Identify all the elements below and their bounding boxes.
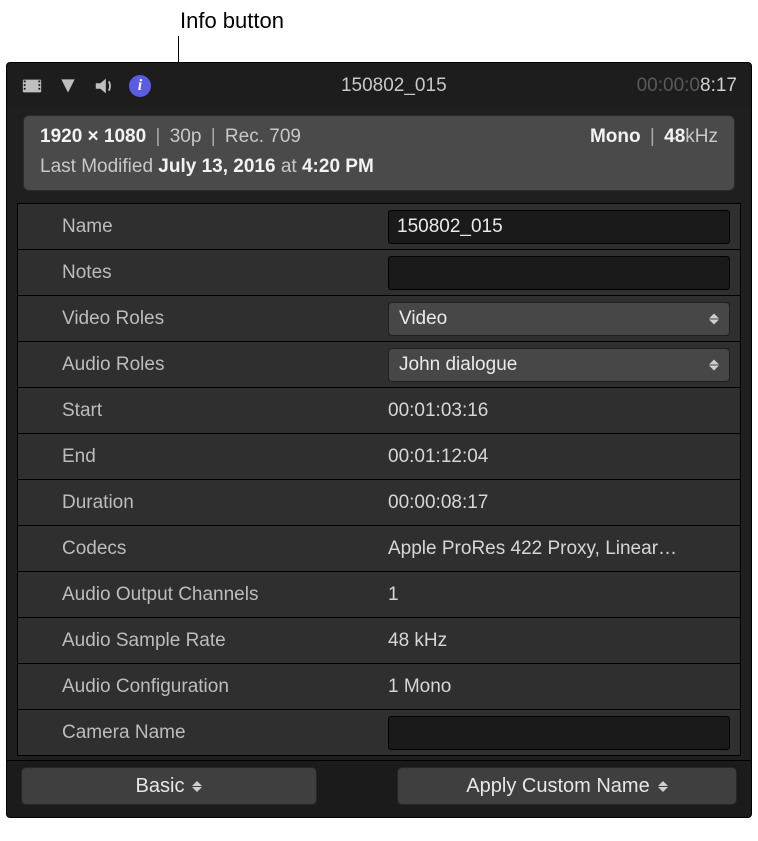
inspector-footer: Basic Apply Custom Name [7,760,751,817]
row-name: Name [18,204,740,250]
end-label: End [18,446,378,468]
audio-output-channels-value: 1 [388,584,399,606]
metadata-view-button[interactable]: Basic [21,767,317,805]
duration-label: Duration [18,492,378,514]
audio-sample-rate-value: 48 kHz [388,630,447,652]
row-camera-name: Camera Name [18,710,740,756]
chevron-updown-icon [658,781,668,792]
format-summary: 1920 × 1080 | 30p | Rec. 709 Mono | 48kH… [23,115,735,191]
name-label: Name [18,216,378,238]
row-audio-output-channels: Audio Output Channels 1 [18,572,740,618]
apply-custom-name-button[interactable]: Apply Custom Name [397,767,737,805]
audio-configuration-label: Audio Configuration [18,676,378,698]
row-end: End 00:01:12:04 [18,434,740,480]
row-duration: Duration 00:00:08:17 [18,480,740,526]
row-audio-sample-rate: Audio Sample Rate 48 kHz [18,618,740,664]
audio-roles-select[interactable]: John dialogue [388,348,730,382]
row-audio-configuration: Audio Configuration 1 Mono [18,664,740,710]
row-audio-roles: Audio Roles John dialogue [18,342,740,388]
row-notes: Notes [18,250,740,296]
video-roles-label: Video Roles [18,308,378,330]
chevron-updown-icon [709,359,719,370]
audio-sample-rate-label: Audio Sample Rate [18,630,378,652]
clip-title: 150802_015 [151,75,637,97]
camera-name-field[interactable] [388,716,730,750]
video-tab-icon[interactable] [21,75,43,97]
color-tab-icon[interactable] [57,75,79,97]
start-label: Start [18,400,378,422]
notes-label: Notes [18,262,378,284]
chevron-updown-icon [192,781,202,792]
last-modified-date: July 13, 2016 [158,156,275,177]
audio-configuration-value: 1 Mono [388,676,451,698]
audio-mode-value: Mono [590,126,641,147]
timecode-display: 00:00:08:17 [637,75,737,97]
camera-name-label: Camera Name [18,722,378,744]
properties-list: Name Notes Video Roles Video Audio Roles… [17,203,741,756]
chevron-updown-icon [709,313,719,324]
codecs-value: Apple ProRes 422 Proxy, Linear… [388,538,677,560]
row-start: Start 00:01:03:16 [18,388,740,434]
audio-output-channels-label: Audio Output Channels [18,584,378,606]
video-roles-select[interactable]: Video [388,302,730,336]
row-codecs: Codecs Apple ProRes 422 Proxy, Linear… [18,526,740,572]
frame-rate-value: 30p [170,126,202,147]
duration-value[interactable]: 00:00:08:17 [388,492,488,514]
sample-rate-value: 48 [664,126,685,147]
inspector-header: i 150802_015 00:00:08:17 [7,63,751,109]
start-value[interactable]: 00:01:03:16 [388,400,488,422]
inspector-panel: i 150802_015 00:00:08:17 1920 × 1080 | 3… [6,62,752,818]
resolution-value: 1920 × 1080 [40,126,146,147]
codecs-label: Codecs [18,538,378,560]
name-field[interactable] [388,210,730,244]
info-tab-icon[interactable]: i [129,75,151,97]
notes-field[interactable] [388,256,730,290]
callout-label: Info button [180,8,284,34]
audio-roles-label: Audio Roles [18,354,378,376]
end-value[interactable]: 00:01:12:04 [388,446,488,468]
row-video-roles: Video Roles Video [18,296,740,342]
color-space-value: Rec. 709 [225,126,301,147]
audio-tab-icon[interactable] [93,75,115,97]
last-modified-time: 4:20 PM [302,156,374,177]
